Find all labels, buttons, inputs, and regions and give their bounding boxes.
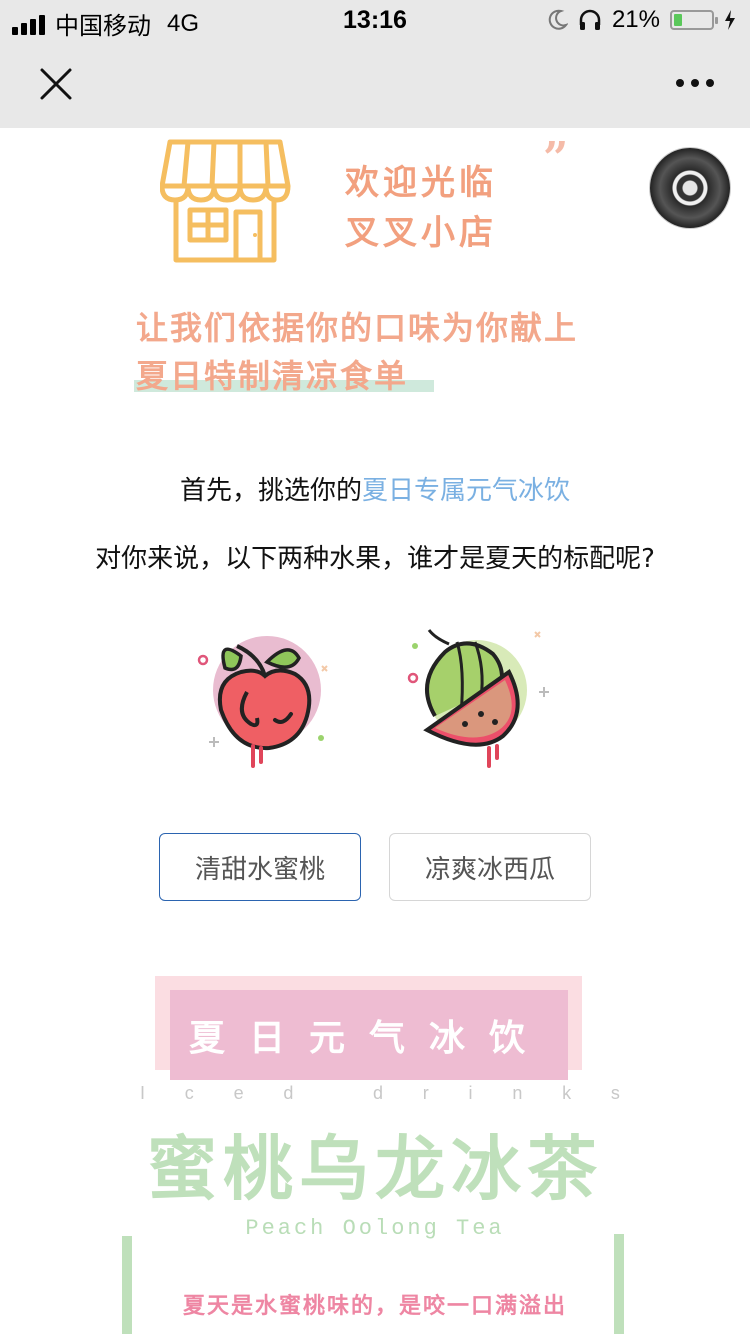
iced-letter: k: [562, 1083, 572, 1103]
iced-letter: i: [468, 1083, 473, 1103]
welcome-text: 欢迎光临 叉叉小店: [345, 158, 497, 258]
iced-drinks-label: I c e d d r i n k s: [140, 1083, 620, 1104]
status-right: 21%: [548, 6, 736, 34]
iced-letter: n: [512, 1083, 523, 1103]
page-content: 欢迎光临 叉叉小店 ” 让我们依据你的口味为你献上 夏日特制清凉食单 首先，挑选…: [0, 128, 750, 1334]
quote-mark: ”: [543, 133, 569, 184]
shop-name: 叉叉小店: [345, 213, 497, 253]
intro-text: 让我们依据你的口味为你献上 夏日特制清凉食单: [136, 304, 696, 400]
iced-letter: r: [422, 1083, 429, 1103]
drink-description: 夏天是水蜜桃味的，是咬一口满溢出: [182, 1294, 567, 1319]
question-line-2: 对你来说，以下两种水果，谁才是夏天的标配呢?: [95, 544, 655, 574]
peach-icon: [197, 636, 328, 768]
store-icon: [160, 139, 291, 263]
headphones-icon: [579, 9, 601, 30]
more-button[interactable]: [670, 70, 720, 96]
drink-name-cn: 蜜桃乌龙冰茶: [147, 1128, 603, 1210]
drink-name-en: Peach Oolong Tea: [245, 1216, 505, 1241]
more-dot: [706, 79, 714, 87]
intro-line-1: 让我们依据你的口味为你献上: [136, 309, 579, 347]
iced-letter: c: [184, 1083, 194, 1103]
close-button[interactable]: [36, 64, 76, 104]
music-disc-button[interactable]: [650, 148, 730, 228]
menu-banner: 夏日元气冰饮: [170, 990, 568, 1080]
battery-percent: 21%: [611, 6, 660, 33]
iced-letter: I: [140, 1083, 146, 1103]
moon-icon: [548, 9, 568, 30]
iced-letter: d: [372, 1083, 383, 1103]
charging-icon: [725, 10, 735, 30]
more-dot: [676, 79, 684, 87]
watermelon-icon: [407, 629, 549, 768]
option-watermelon-button[interactable]: 凉爽冰西瓜: [389, 833, 591, 901]
question-prefix: 首先，挑选你的: [179, 476, 362, 506]
nav-bar: [0, 40, 750, 128]
close-icon: [40, 68, 72, 100]
iced-letter: e: [233, 1083, 244, 1103]
question-line-1: 首先，挑选你的夏日专属元气冰饮: [0, 470, 750, 507]
battery-icon: [670, 10, 718, 30]
iced-letter: s: [610, 1083, 620, 1103]
welcome-line-1: 欢迎光临: [345, 163, 497, 203]
question-highlight: 夏日专属元气冰饮: [362, 476, 571, 506]
option-peach-button[interactable]: 清甜水蜜桃: [159, 833, 361, 901]
status-bar: 中国移动 4G 13:16 21%: [0, 0, 750, 40]
iced-letter: d: [283, 1083, 294, 1103]
battery-level: [674, 14, 682, 26]
more-dot: [691, 79, 699, 87]
intro-line-2: 夏日特制清凉食单: [136, 357, 409, 395]
